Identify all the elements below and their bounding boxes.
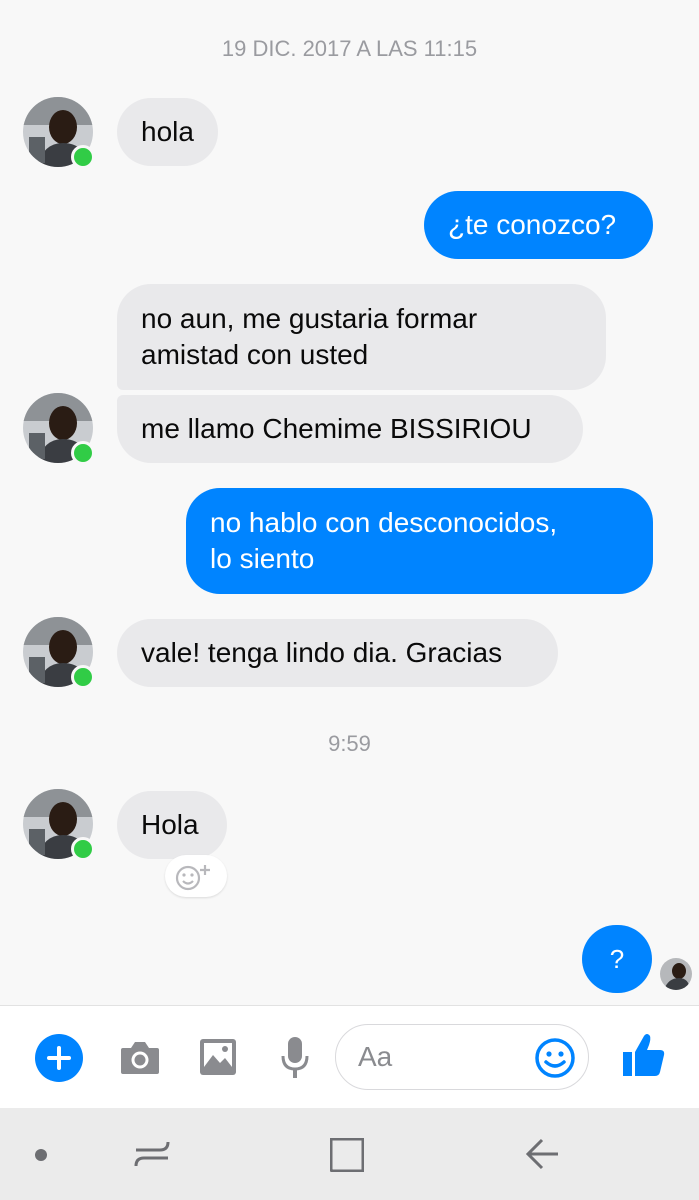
message-bubble-incoming[interactable]: Hola <box>117 791 227 859</box>
message-composer: Aa <box>0 1005 699 1109</box>
message-text: hola <box>141 116 194 147</box>
thumbs-up-icon[interactable] <box>622 1032 666 1078</box>
online-status-dot <box>71 665 95 689</box>
microphone-icon[interactable] <box>281 1036 309 1080</box>
online-status-dot <box>71 441 95 465</box>
plus-icon <box>47 1046 71 1070</box>
overview-square-icon[interactable] <box>330 1138 364 1172</box>
camera-icon[interactable] <box>119 1038 161 1078</box>
message-bubble-outgoing[interactable]: ? <box>582 925 652 993</box>
message-line: amistad con usted <box>141 339 369 370</box>
message-text: ? <box>609 943 625 974</box>
message-bubble-incoming[interactable]: vale! tenga lindo dia. Gracias <box>117 619 558 687</box>
image-icon[interactable] <box>199 1038 237 1076</box>
home-dot-icon[interactable] <box>34 1148 48 1162</box>
message-line: no aun, me gustaria formar <box>141 303 478 334</box>
message-input-placeholder: Aa <box>358 1041 393 1072</box>
add-button[interactable] <box>35 1034 83 1082</box>
avatar[interactable] <box>23 393 95 465</box>
recent-apps-icon[interactable] <box>134 1136 170 1172</box>
message-text: ¿te conozco? <box>448 209 617 240</box>
message-text: no aun, me gustaria formar amistad con u… <box>141 301 477 373</box>
back-arrow-icon[interactable] <box>524 1136 560 1172</box>
avatar[interactable] <box>23 97 95 169</box>
message-text: me llamo Chemime BISSIRIOU <box>141 413 532 444</box>
message-line: no hablo con desconocidos, <box>210 507 558 538</box>
message-bubble-incoming[interactable]: no aun, me gustaria formar amistad con u… <box>117 284 606 390</box>
message-bubble-outgoing[interactable]: no hablo con desconocidos, lo siento <box>186 488 653 594</box>
add-reaction-icon <box>175 865 210 891</box>
system-navigation-bar <box>0 1108 699 1200</box>
message-bubble-outgoing[interactable]: ¿te conozco? <box>424 191 653 259</box>
online-status-dot <box>71 145 95 169</box>
message-bubble-incoming[interactable]: me llamo Chemime BISSIRIOU <box>117 395 583 463</box>
timestamp: 19 DIC. 2017 A LAS 11:15 <box>221 36 478 61</box>
message-line: lo siento <box>210 543 315 574</box>
emoji-icon[interactable] <box>534 1037 576 1079</box>
message-text: Hola <box>141 809 199 840</box>
avatar[interactable] <box>23 617 95 689</box>
message-text: vale! tenga lindo dia. Gracias <box>141 637 503 668</box>
message-text: no hablo con desconocidos, lo siento <box>210 505 557 577</box>
avatar[interactable] <box>23 789 95 861</box>
add-reaction-button[interactable] <box>165 855 227 897</box>
timestamp: 9:59 <box>328 731 371 756</box>
online-status-dot <box>71 837 95 861</box>
message-bubble-incoming[interactable]: hola <box>117 98 218 166</box>
message-input[interactable]: Aa <box>335 1024 589 1090</box>
seen-avatar-icon <box>660 958 692 990</box>
